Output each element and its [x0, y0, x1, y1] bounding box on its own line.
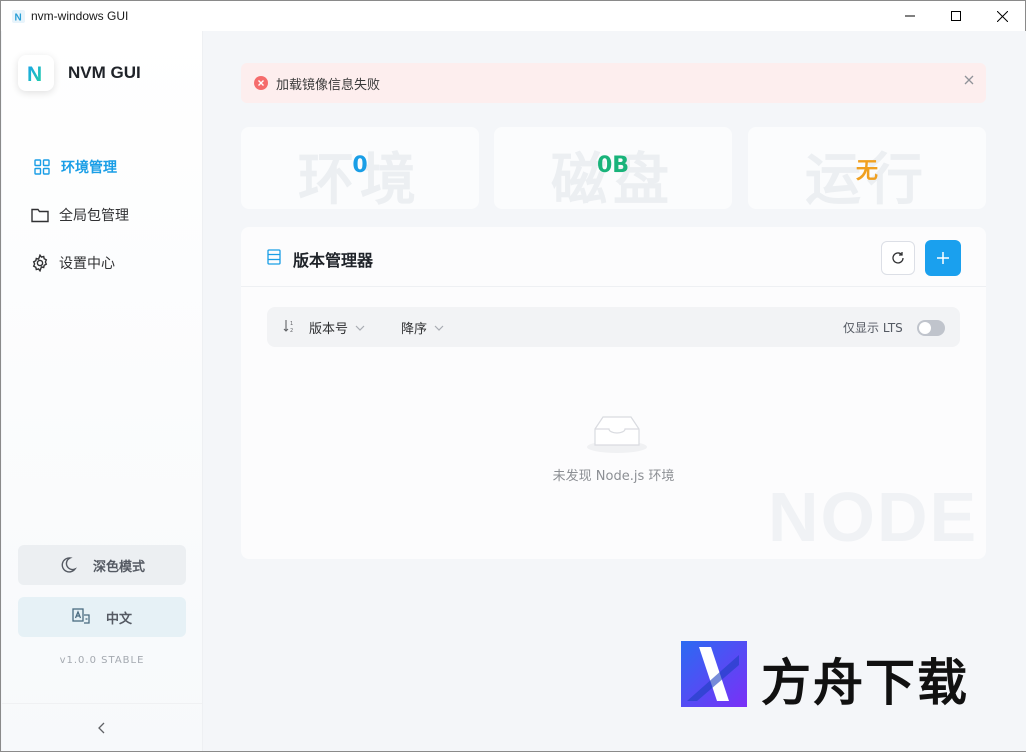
sidebar-item-label: 环境管理	[61, 160, 117, 176]
fangzhou-logo-icon	[681, 641, 747, 707]
brand: N NVM GUI	[18, 55, 141, 91]
sort-field-value: 版本号	[309, 322, 349, 337]
chevron-left-icon	[98, 722, 105, 733]
app-icon: N	[11, 9, 25, 23]
sidebar-item-global-packages[interactable]: 全局包管理	[2, 191, 202, 239]
node-watermark: NODE	[768, 478, 979, 556]
refresh-button[interactable]	[881, 241, 915, 275]
title-bar: N nvm-windows GUI	[1, 1, 1025, 31]
moon-icon	[59, 556, 77, 574]
lts-filter-label: 仅显示 LTS	[843, 321, 903, 335]
gear-icon	[30, 253, 50, 273]
sidebar: N NVM GUI 环境管理 全局包管理 设置中心 深色模式 中文 v1.0.0…	[2, 31, 203, 751]
collapse-sidebar-button[interactable]	[2, 703, 202, 751]
panel-header: 版本管理器	[241, 227, 986, 287]
svg-text:N: N	[14, 12, 21, 23]
chevron-down-icon	[355, 325, 365, 331]
brand-name: NVM GUI	[68, 63, 141, 82]
stat-card-environments: 环境 0	[241, 127, 479, 209]
app-window: N nvm-windows GUI N NVM GUI 环境管理 全局包管理 设…	[0, 0, 1026, 752]
stat-card-running: 运行 无	[748, 127, 986, 209]
sidebar-nav: 环境管理 全局包管理 设置中心	[2, 143, 202, 287]
svg-text:1: 1	[290, 321, 293, 327]
window-title: nvm-windows GUI	[31, 9, 129, 23]
close-icon	[996, 10, 1008, 22]
stat-value: 0	[352, 153, 368, 178]
version-label: v1.0.0 STABLE	[59, 655, 145, 666]
folder-icon	[30, 205, 50, 225]
watermark-text: 方舟下载	[761, 654, 969, 712]
svg-text:N: N	[27, 63, 42, 84]
filter-bar: 12 版本号 降序 仅显示 LTS	[267, 307, 960, 347]
stat-value: 0B	[596, 153, 630, 178]
sort-order-value: 降序	[401, 322, 428, 337]
site-watermark: 方舟下载	[681, 641, 981, 712]
refresh-icon	[892, 252, 904, 264]
sidebar-item-label: 全局包管理	[59, 208, 129, 224]
empty-state-text: 未发现 Node.js 环境	[552, 469, 675, 484]
sort-order-select[interactable]: 降序	[401, 318, 444, 337]
alert-message: 加载镜像信息失败	[276, 77, 381, 93]
stat-card-disk: 磁盘 0B	[494, 127, 732, 209]
plus-icon	[937, 252, 949, 264]
server-icon	[267, 249, 281, 265]
error-alert: 加载镜像信息失败	[241, 63, 986, 103]
sidebar-item-settings[interactable]: 设置中心	[2, 239, 202, 287]
minimize-icon	[905, 15, 915, 17]
svg-text:2: 2	[290, 328, 293, 333]
stat-value: 无	[855, 159, 878, 184]
language-label: 中文	[105, 611, 132, 627]
sort-icon: 12	[283, 319, 297, 333]
alert-close-icon[interactable]	[964, 75, 974, 85]
nvm-logo-icon: N	[18, 55, 54, 91]
chevron-down-icon	[434, 325, 444, 331]
dark-mode-label: 深色模式	[92, 559, 145, 575]
add-version-button[interactable]	[925, 240, 961, 276]
error-icon	[254, 76, 268, 90]
grid-icon	[32, 157, 52, 177]
translate-icon	[72, 608, 90, 626]
language-button[interactable]: 中文	[18, 597, 186, 637]
close-window-button[interactable]	[979, 1, 1025, 31]
maximize-button[interactable]	[933, 1, 979, 31]
maximize-icon	[951, 11, 961, 21]
version-manager-panel: NODE 版本管理器 12 版本号 降序 仅显示 LTS 未发现 Node.js…	[241, 227, 986, 559]
minimize-button[interactable]	[887, 1, 933, 31]
sidebar-item-environment[interactable]: 环境管理	[2, 143, 202, 191]
dark-mode-button[interactable]: 深色模式	[18, 545, 186, 585]
sidebar-item-label: 设置中心	[59, 256, 115, 272]
sort-field-select[interactable]: 版本号	[309, 318, 365, 337]
panel-title: 版本管理器	[293, 251, 374, 270]
empty-box-icon	[585, 411, 649, 455]
lts-toggle[interactable]	[917, 320, 945, 336]
